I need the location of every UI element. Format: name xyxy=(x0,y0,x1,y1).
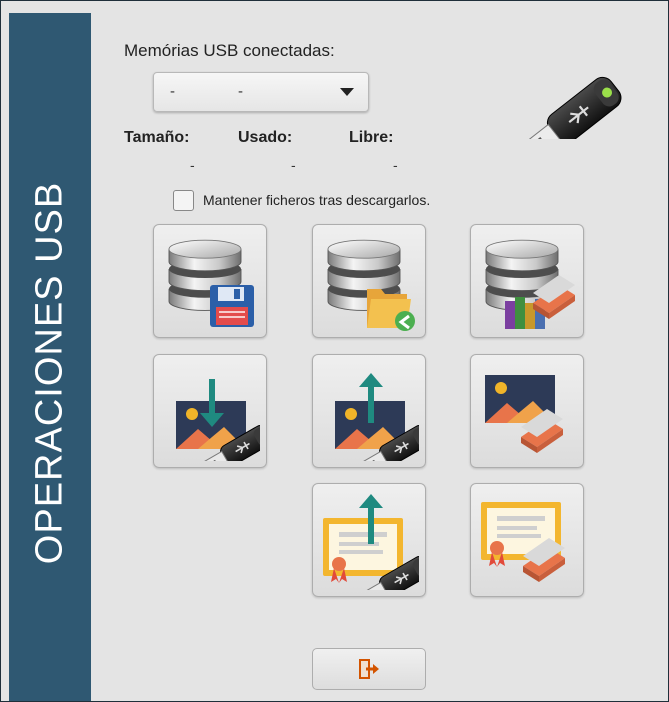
certificate-eraser-icon xyxy=(481,502,565,582)
usb-connected-label: Memórias USB conectadas: xyxy=(124,41,335,60)
usb-select-value-name: - xyxy=(170,83,175,100)
sidebar-title: OPERACIONES USB xyxy=(9,13,91,701)
sidebar-title-text: OPERACIONES USB xyxy=(28,181,71,565)
free-value: - xyxy=(393,157,398,173)
certificate-erase-button[interactable] xyxy=(470,483,584,597)
database-books-eraser-icon xyxy=(485,239,575,329)
exit-button[interactable] xyxy=(312,648,426,690)
dropdown-arrow-icon xyxy=(340,88,354,96)
image-upload-usb-button[interactable] xyxy=(312,354,426,468)
keep-files-label: Mantener ficheros tras descargarlos. xyxy=(203,192,431,208)
usb-drive-icon xyxy=(525,76,622,139)
image-up-arrow-usb-icon xyxy=(335,373,419,461)
free-label: Libre: xyxy=(349,129,394,146)
keep-files-checkbox[interactable] xyxy=(173,190,194,211)
usb-device-select[interactable]: - - xyxy=(153,72,369,112)
sidebar: OPERACIONES USB xyxy=(9,13,91,701)
usb-select-value-id: - xyxy=(238,83,243,100)
database-save-button[interactable] xyxy=(153,224,267,338)
database-folder-import-button[interactable] xyxy=(312,224,426,338)
image-download-usb-button[interactable] xyxy=(153,354,267,468)
image-eraser-icon xyxy=(485,375,563,453)
image-down-arrow-usb-icon xyxy=(176,379,260,461)
database-folder-arrow-icon xyxy=(327,239,415,331)
certificate-upload-usb-button[interactable] xyxy=(312,483,426,597)
exit-door-icon xyxy=(359,659,379,679)
used-label: Usado: xyxy=(238,129,293,146)
size-label: Tamaño: xyxy=(124,129,190,146)
usb-operations-window: OPERACIONES USB Memórias USB conectadas:… xyxy=(0,0,669,702)
size-value: - xyxy=(190,157,195,173)
used-value: - xyxy=(291,157,296,173)
certificate-up-arrow-usb-icon xyxy=(323,494,419,590)
image-erase-button[interactable] xyxy=(470,354,584,468)
database-erase-button[interactable] xyxy=(470,224,584,338)
database-floppy-icon xyxy=(168,239,254,327)
